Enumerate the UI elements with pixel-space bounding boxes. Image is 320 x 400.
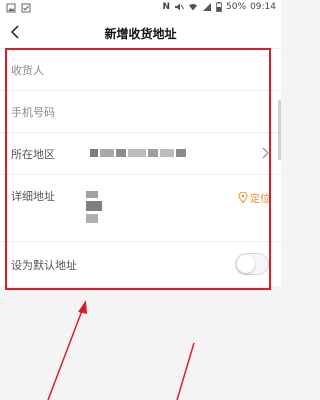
annotation-arrow-right: [176, 342, 195, 400]
annotation-arrows: [47, 300, 195, 400]
annotation-arrow-left: [47, 300, 87, 400]
